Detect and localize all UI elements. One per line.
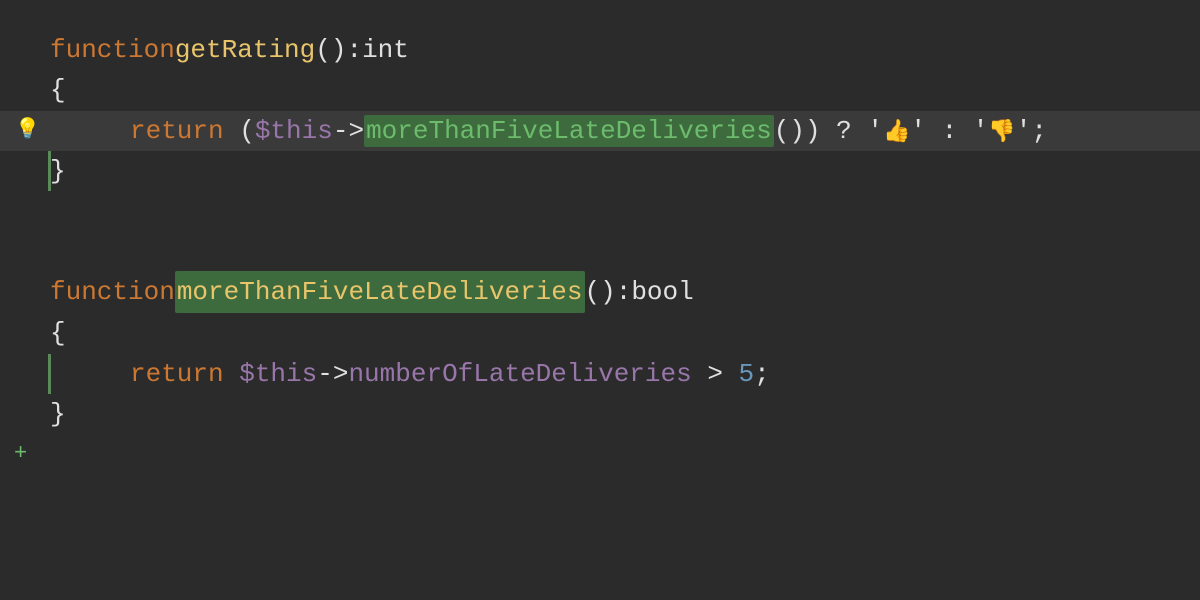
code-line-4: } xyxy=(0,151,1200,191)
code-line-8: { xyxy=(0,313,1200,353)
code-line-9: return $this->numberOfLateDeliveries > 5… xyxy=(0,354,1200,394)
property-numberOfLateDeliveries: numberOfLateDeliveries xyxy=(348,359,691,389)
close-brace-1: } xyxy=(50,151,66,191)
type-bool: bool xyxy=(631,272,693,312)
line-gutter-3: 💡 xyxy=(10,115,40,146)
left-border-2 xyxy=(48,354,51,394)
code-editor: function getRating(): int { 💡 return ($t… xyxy=(0,0,1200,600)
bulb-icon[interactable]: 💡 xyxy=(15,115,40,146)
thumbs-down-emoji: 👎 xyxy=(988,120,1015,145)
method-moreThanFiveLateDeliveries: moreThanFiveLateDeliveries xyxy=(364,115,774,147)
paren-colon: (): xyxy=(315,30,362,70)
ternary-else: ' : ' xyxy=(910,116,988,146)
arrow-1: -> xyxy=(333,116,364,146)
keyword-function: function xyxy=(50,30,175,70)
close-brace-2: } xyxy=(50,394,66,434)
line-9-content: return $this->numberOfLateDeliveries > 5… xyxy=(130,354,770,394)
code-line-3: 💡 return ($this->moreThanFiveLateDeliver… xyxy=(0,111,1200,151)
plus-sign: + xyxy=(14,437,27,471)
code-line-7: function moreThanFiveLateDeliveries(): b… xyxy=(0,271,1200,313)
variable-this-2: $this xyxy=(239,359,317,389)
paren-colon-2: (): xyxy=(585,272,632,312)
open-brace-2: { xyxy=(50,313,66,353)
code-line-10: } xyxy=(0,394,1200,434)
type-int: int xyxy=(362,30,409,70)
semicolon-2: ; xyxy=(754,359,770,389)
keyword-return-2: return xyxy=(130,359,239,389)
code-line-2: { xyxy=(0,70,1200,110)
open-brace-1: { xyxy=(50,70,66,110)
line-3-content: return ($this->moreThanFiveLateDeliverie… xyxy=(130,111,1047,151)
keyword-function-2: function xyxy=(50,272,175,312)
arrow-2: -> xyxy=(317,359,348,389)
close-string-semi: '; xyxy=(1016,116,1047,146)
empty-line-1 xyxy=(0,191,1200,231)
keyword-return-1: return xyxy=(130,116,239,146)
code-line-1: function getRating(): int xyxy=(0,30,1200,70)
variable-this-1: $this xyxy=(255,116,333,146)
empty-line-2 xyxy=(0,231,1200,271)
close-paren-ternary: ()) ? ' xyxy=(774,116,883,146)
thumbs-up-emoji: 👍 xyxy=(883,120,910,145)
function-name-getRating: getRating xyxy=(175,30,315,70)
code-line-11: + xyxy=(0,434,1200,474)
left-border-1 xyxy=(48,151,51,191)
operator-gt: > xyxy=(692,359,739,389)
function-name-moreThanFiveLateDeliveries: moreThanFiveLateDeliveries xyxy=(175,271,585,313)
number-5: 5 xyxy=(739,359,755,389)
open-paren-1: ( xyxy=(239,116,255,146)
